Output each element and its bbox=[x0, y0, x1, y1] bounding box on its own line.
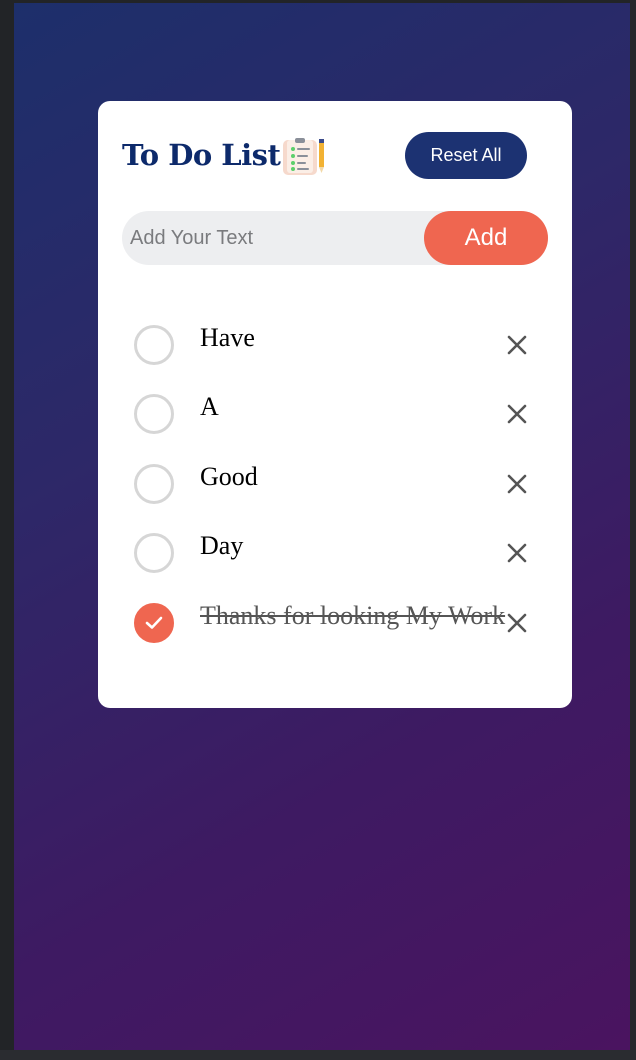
task-item-good[interactable]: Good bbox=[122, 462, 548, 512]
close-icon[interactable] bbox=[506, 334, 528, 356]
circle-checkbox-icon[interactable] bbox=[134, 464, 174, 504]
app-background: To Do List Reset All Add Have bbox=[14, 3, 630, 1050]
checkmark-icon bbox=[145, 616, 163, 629]
task-item-have[interactable]: Have bbox=[122, 323, 548, 373]
window-edge bbox=[630, 0, 636, 1050]
add-button[interactable]: Add bbox=[424, 211, 548, 265]
circle-checkbox-icon[interactable] bbox=[134, 394, 174, 434]
task-input[interactable] bbox=[130, 211, 420, 265]
task-label: A bbox=[200, 392, 219, 421]
task-item-thanks[interactable]: Thanks for looking My Work bbox=[122, 601, 548, 651]
close-icon[interactable] bbox=[506, 473, 528, 495]
close-icon[interactable] bbox=[506, 403, 528, 425]
circle-checkbox-icon[interactable] bbox=[134, 533, 174, 573]
task-label: Have bbox=[200, 323, 255, 352]
task-label: Good bbox=[200, 462, 258, 491]
add-task-bar: Add bbox=[122, 211, 548, 265]
close-icon[interactable] bbox=[506, 612, 528, 634]
circle-checkbox-icon[interactable] bbox=[134, 325, 174, 365]
task-item-a[interactable]: A bbox=[122, 392, 548, 442]
task-label: Day bbox=[200, 531, 244, 560]
checklist-notepad-pencil-icon bbox=[283, 138, 324, 175]
page-title: To Do List bbox=[122, 138, 281, 172]
close-icon[interactable] bbox=[506, 542, 528, 564]
bottom-bar bbox=[0, 1050, 636, 1060]
task-item-day[interactable]: Day bbox=[122, 531, 548, 581]
reset-all-button[interactable]: Reset All bbox=[405, 132, 527, 179]
task-label-completed: Thanks for looking My Work bbox=[200, 601, 506, 630]
todo-card: To Do List Reset All Add Have bbox=[98, 101, 572, 708]
checked-checkbox-icon[interactable] bbox=[134, 603, 174, 643]
